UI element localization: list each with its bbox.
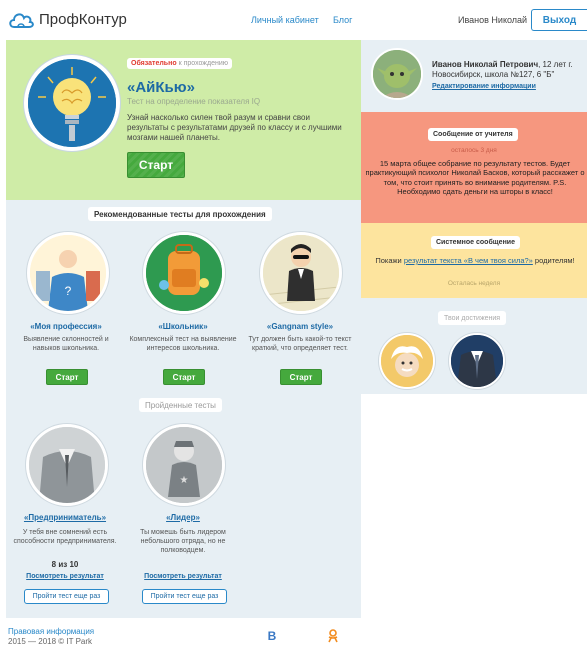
featured-test-description: Узнай насколько силен твой разум и сравн… xyxy=(127,113,342,142)
test-title-leader[interactable]: «Лидер» xyxy=(128,513,238,522)
header: ПрофКонтур Личный кабинет Блог Иванов Ни… xyxy=(0,0,587,40)
businessman-illustration-icon xyxy=(26,424,108,506)
test-title-gangnam[interactable]: «Gangnam style» xyxy=(245,322,355,331)
start-button-profession[interactable]: Старт xyxy=(46,369,88,385)
leader-illustration-icon: ★ xyxy=(143,424,225,506)
score-entrepreneur: 8 из 10 xyxy=(51,560,79,569)
test-title-schoolboy[interactable]: «Школьник» xyxy=(128,322,238,331)
svg-text:★: ★ xyxy=(180,475,189,486)
gangnam-illustration-icon xyxy=(260,232,342,314)
system-message-text: Покажи результат текста «В чем твоя сила… xyxy=(375,256,575,265)
einstein-achievement-icon[interactable] xyxy=(379,333,435,389)
cloud-logo-icon xyxy=(9,13,34,28)
test-desc-entrepreneur: У тебя вне сомнений есть способности пре… xyxy=(13,529,117,545)
logo-text: ПрофКонтур xyxy=(39,10,127,28)
svg-text:?: ? xyxy=(65,284,72,298)
system-message-time: Осталась неделя xyxy=(447,280,501,287)
test-desc-gangnam: Тут должен быть какой-то текст краткий, … xyxy=(248,336,352,352)
nav-cabinet-link[interactable]: Личный кабинет xyxy=(251,15,319,25)
header-user-name[interactable]: Иванов Николай xyxy=(458,15,527,25)
system-message-link[interactable]: результат текста «В чем твоя сила?» xyxy=(404,256,533,265)
edit-profile-link[interactable]: Редактирование информации xyxy=(432,83,536,90)
copyright: 2015 — 2018 © IT Park xyxy=(8,637,93,646)
logo[interactable]: ПрофКонтур xyxy=(8,9,127,29)
suit-achievement-icon[interactable] xyxy=(449,333,505,389)
nav-blog-link[interactable]: Блог xyxy=(333,15,352,25)
start-button-gangnam[interactable]: Старт xyxy=(280,369,322,385)
teacher-message-label: Сообщение от учителя xyxy=(428,128,518,141)
teacher-message-text: 15 марта общее собрание по результату те… xyxy=(365,159,585,197)
featured-test-title: «АйКью» xyxy=(127,79,195,96)
test-desc-leader: Ты можешь быть лидером небольшого отряда… xyxy=(140,529,226,554)
avatar[interactable] xyxy=(371,48,423,100)
profile-info: Иванов Николай Петрович, 12 лет г. Новос… xyxy=(432,60,573,79)
system-message-label: Системное сообщение xyxy=(431,236,520,249)
test-title-profession[interactable]: «Моя профессия» xyxy=(11,322,121,331)
test-desc-schoolboy: Комплексный тест на выявление интересов … xyxy=(129,336,237,352)
featured-start-button[interactable]: Старт xyxy=(127,152,185,178)
vk-icon[interactable]: В xyxy=(265,629,279,643)
teacher-message-time: осталось 3 дня xyxy=(451,147,497,154)
odnoklassniki-icon[interactable] xyxy=(326,629,340,643)
featured-test-subtitle: Тест на определение показателя IQ xyxy=(127,97,261,106)
test-desc-profession: Выявление склонностей и навыков школьник… xyxy=(23,336,109,352)
test-title-entrepreneur[interactable]: «Предприниматель» xyxy=(10,513,120,522)
recommended-section-label: Рекомендованные тесты для прохождения xyxy=(88,207,272,221)
view-result-link-leader[interactable]: Посмотреть результат xyxy=(128,573,238,580)
logout-button[interactable]: Выход xyxy=(531,9,587,31)
profession-illustration-icon: ? xyxy=(27,232,109,314)
legal-info-link[interactable]: Правовая информация xyxy=(8,627,94,636)
achievements-label: Твои достижения xyxy=(438,311,507,325)
start-button-schoolboy[interactable]: Старт xyxy=(163,369,205,385)
retry-button-entrepreneur[interactable]: Пройти тест еще раз xyxy=(24,589,109,604)
mandatory-badge: Обязательно к прохождению xyxy=(127,58,232,69)
completed-section-label: Пройденные тесты xyxy=(139,398,222,412)
lightbulb-illustration-icon xyxy=(24,55,120,151)
view-result-link-entrepreneur[interactable]: Посмотреть результат xyxy=(10,573,120,580)
retry-button-leader[interactable]: Пройти тест еще раз xyxy=(142,589,227,604)
backpack-illustration-icon xyxy=(143,232,225,314)
